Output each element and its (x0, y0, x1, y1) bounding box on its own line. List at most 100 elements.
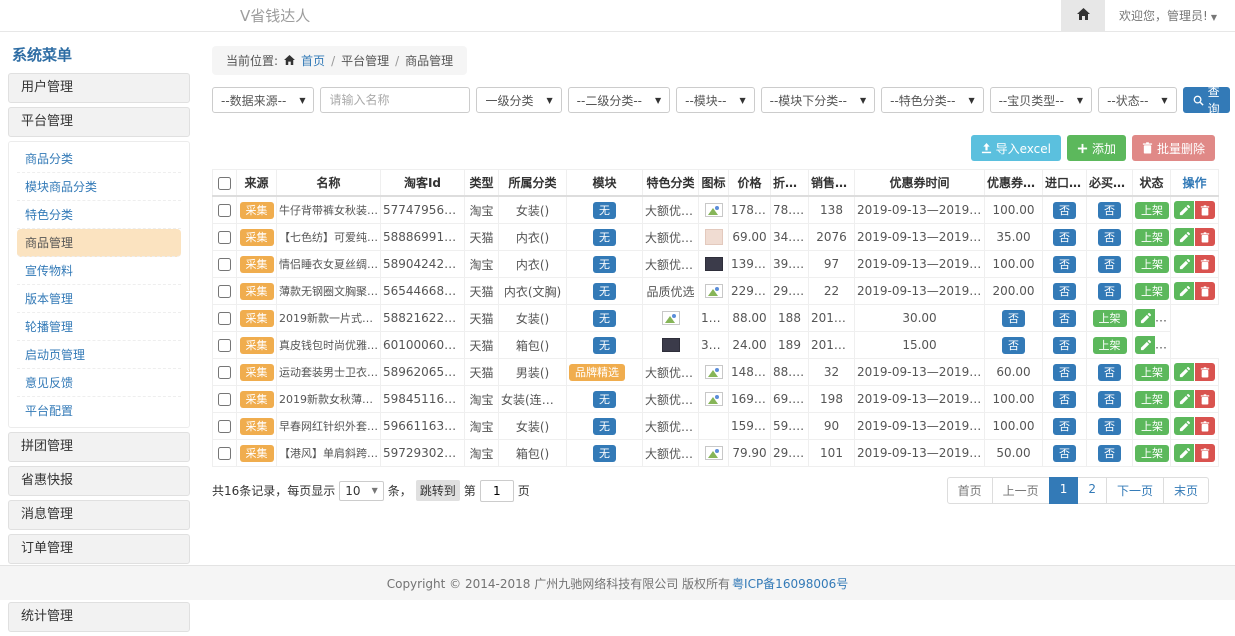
page-size-select[interactable]: 10▼ (339, 481, 383, 501)
module-none-badge[interactable]: 无 (593, 337, 616, 354)
edit-button[interactable] (1174, 417, 1194, 435)
status-badge[interactable]: 上架 (1135, 391, 1169, 408)
sidebar-subitem[interactable]: 特色分类 (17, 201, 181, 229)
delete-button[interactable] (1195, 228, 1215, 246)
sidebar-subitem[interactable]: 意见反馈 (17, 369, 181, 397)
page-button[interactable]: 上一页 (992, 477, 1050, 504)
delete-button[interactable] (1195, 444, 1215, 462)
status-badge[interactable]: 上架 (1135, 418, 1169, 435)
import-select-toggle[interactable]: 否 (1002, 310, 1025, 327)
row-checkbox[interactable] (218, 339, 231, 352)
edit-button[interactable] (1174, 363, 1194, 381)
edit-button[interactable] (1174, 201, 1194, 219)
page-button[interactable]: 1 (1049, 477, 1079, 504)
status-badge[interactable]: 上架 (1093, 337, 1127, 354)
module-none-badge[interactable]: 无 (593, 310, 616, 327)
import-select-toggle[interactable]: 否 (1002, 337, 1025, 354)
delete-button[interactable] (1195, 255, 1215, 273)
delete-button[interactable] (1195, 390, 1215, 408)
search-input[interactable] (320, 87, 470, 113)
icp-link[interactable]: 粤ICP备16098006号 (732, 575, 848, 592)
row-checkbox[interactable] (218, 231, 231, 244)
add-button[interactable]: 添加 (1067, 135, 1126, 161)
import-select-toggle[interactable]: 否 (1053, 229, 1076, 246)
edit-button[interactable] (1174, 444, 1194, 462)
edit-button[interactable] (1174, 390, 1194, 408)
must-buy-toggle[interactable]: 否 (1098, 418, 1121, 435)
must-buy-toggle[interactable]: 否 (1098, 229, 1121, 246)
import-select-toggle[interactable]: 否 (1053, 283, 1076, 300)
must-buy-toggle[interactable]: 否 (1098, 283, 1121, 300)
edit-button[interactable] (1174, 282, 1194, 300)
page-button[interactable]: 首页 (947, 477, 993, 504)
row-checkbox[interactable] (218, 285, 231, 298)
sidebar-subitem[interactable]: 启动页管理 (17, 341, 181, 369)
status-badge[interactable]: 上架 (1135, 445, 1169, 462)
must-buy-toggle[interactable]: 否 (1098, 202, 1121, 219)
status-badge[interactable]: 上架 (1135, 256, 1169, 273)
sidebar-subitem[interactable]: 轮播管理 (17, 313, 181, 341)
breadcrumb-home-link[interactable]: 首页 (301, 52, 325, 69)
must-buy-toggle[interactable]: 否 (1053, 337, 1076, 354)
delete-button[interactable] (1195, 417, 1215, 435)
must-buy-toggle[interactable]: 否 (1098, 391, 1121, 408)
status-badge[interactable]: 上架 (1135, 283, 1169, 300)
module-none-badge[interactable]: 无 (593, 391, 616, 408)
import-select-toggle[interactable]: 否 (1053, 364, 1076, 381)
sidebar-item[interactable]: 拼团管理 (8, 432, 190, 462)
import-select-toggle[interactable]: 否 (1053, 202, 1076, 219)
filter-select[interactable]: 一级分类▼ (476, 87, 561, 113)
data-source-select[interactable]: --数据来源--▼ (212, 87, 314, 113)
delete-button[interactable] (1195, 282, 1215, 300)
edit-button[interactable] (1135, 336, 1155, 354)
module-none-badge[interactable]: 无 (593, 418, 616, 435)
row-checkbox[interactable] (218, 366, 231, 379)
page-button[interactable]: 末页 (1163, 477, 1209, 504)
row-checkbox[interactable] (218, 447, 231, 460)
status-badge[interactable]: 上架 (1135, 364, 1169, 381)
import-select-toggle[interactable]: 否 (1053, 391, 1076, 408)
query-button[interactable]: 查询 (1183, 87, 1230, 113)
home-nav-button[interactable] (1061, 0, 1105, 32)
status-badge[interactable]: 上架 (1093, 310, 1127, 327)
import-select-toggle[interactable]: 否 (1053, 418, 1076, 435)
module-none-badge[interactable]: 无 (593, 202, 616, 219)
sidebar-item-platform-management[interactable]: 平台管理 (8, 107, 190, 137)
status-badge[interactable]: 上架 (1135, 202, 1169, 219)
page-button[interactable]: 2 (1077, 477, 1107, 504)
import-select-toggle[interactable]: 否 (1053, 445, 1076, 462)
import-select-toggle[interactable]: 否 (1053, 256, 1076, 273)
user-menu[interactable]: 欢迎您，管理员!▼ (1105, 7, 1235, 24)
row-checkbox[interactable] (218, 393, 231, 406)
batch-delete-button[interactable]: 批量删除 (1132, 135, 1215, 161)
module-none-badge[interactable]: 无 (593, 283, 616, 300)
page-button[interactable]: 下一页 (1106, 477, 1164, 504)
module-badge[interactable]: 品牌精选 (569, 364, 625, 381)
sidebar-item[interactable]: 订单管理 (8, 534, 190, 564)
must-buy-toggle[interactable]: 否 (1053, 310, 1076, 327)
sidebar-subitem[interactable]: 平台配置 (17, 397, 181, 424)
sidebar-subitem[interactable]: 宣传物料 (17, 257, 181, 285)
row-checkbox[interactable] (218, 204, 231, 217)
status-badge[interactable]: 上架 (1135, 229, 1169, 246)
must-buy-toggle[interactable]: 否 (1098, 445, 1121, 462)
delete-button[interactable] (1195, 201, 1215, 219)
module-none-badge[interactable]: 无 (593, 229, 616, 246)
sidebar-item-user-management[interactable]: 用户管理 (8, 73, 190, 103)
edit-button[interactable] (1174, 228, 1194, 246)
select-all-checkbox[interactable] (218, 177, 231, 190)
sidebar-item[interactable]: 统计管理 (8, 602, 190, 632)
row-checkbox[interactable] (218, 258, 231, 271)
filter-select[interactable]: --模块下分类--▼ (761, 87, 875, 113)
delete-button[interactable] (1195, 363, 1215, 381)
import-excel-button[interactable]: 导入excel (971, 135, 1061, 161)
sidebar-item[interactable]: 消息管理 (8, 500, 190, 530)
row-checkbox[interactable] (218, 420, 231, 433)
filter-select[interactable]: --二级分类--▼ (568, 87, 670, 113)
edit-button[interactable] (1135, 309, 1155, 327)
must-buy-toggle[interactable]: 否 (1098, 364, 1121, 381)
module-none-badge[interactable]: 无 (593, 256, 616, 273)
edit-button[interactable] (1174, 255, 1194, 273)
filter-select[interactable]: --特色分类--▼ (881, 87, 983, 113)
jump-page-input[interactable] (480, 480, 514, 502)
